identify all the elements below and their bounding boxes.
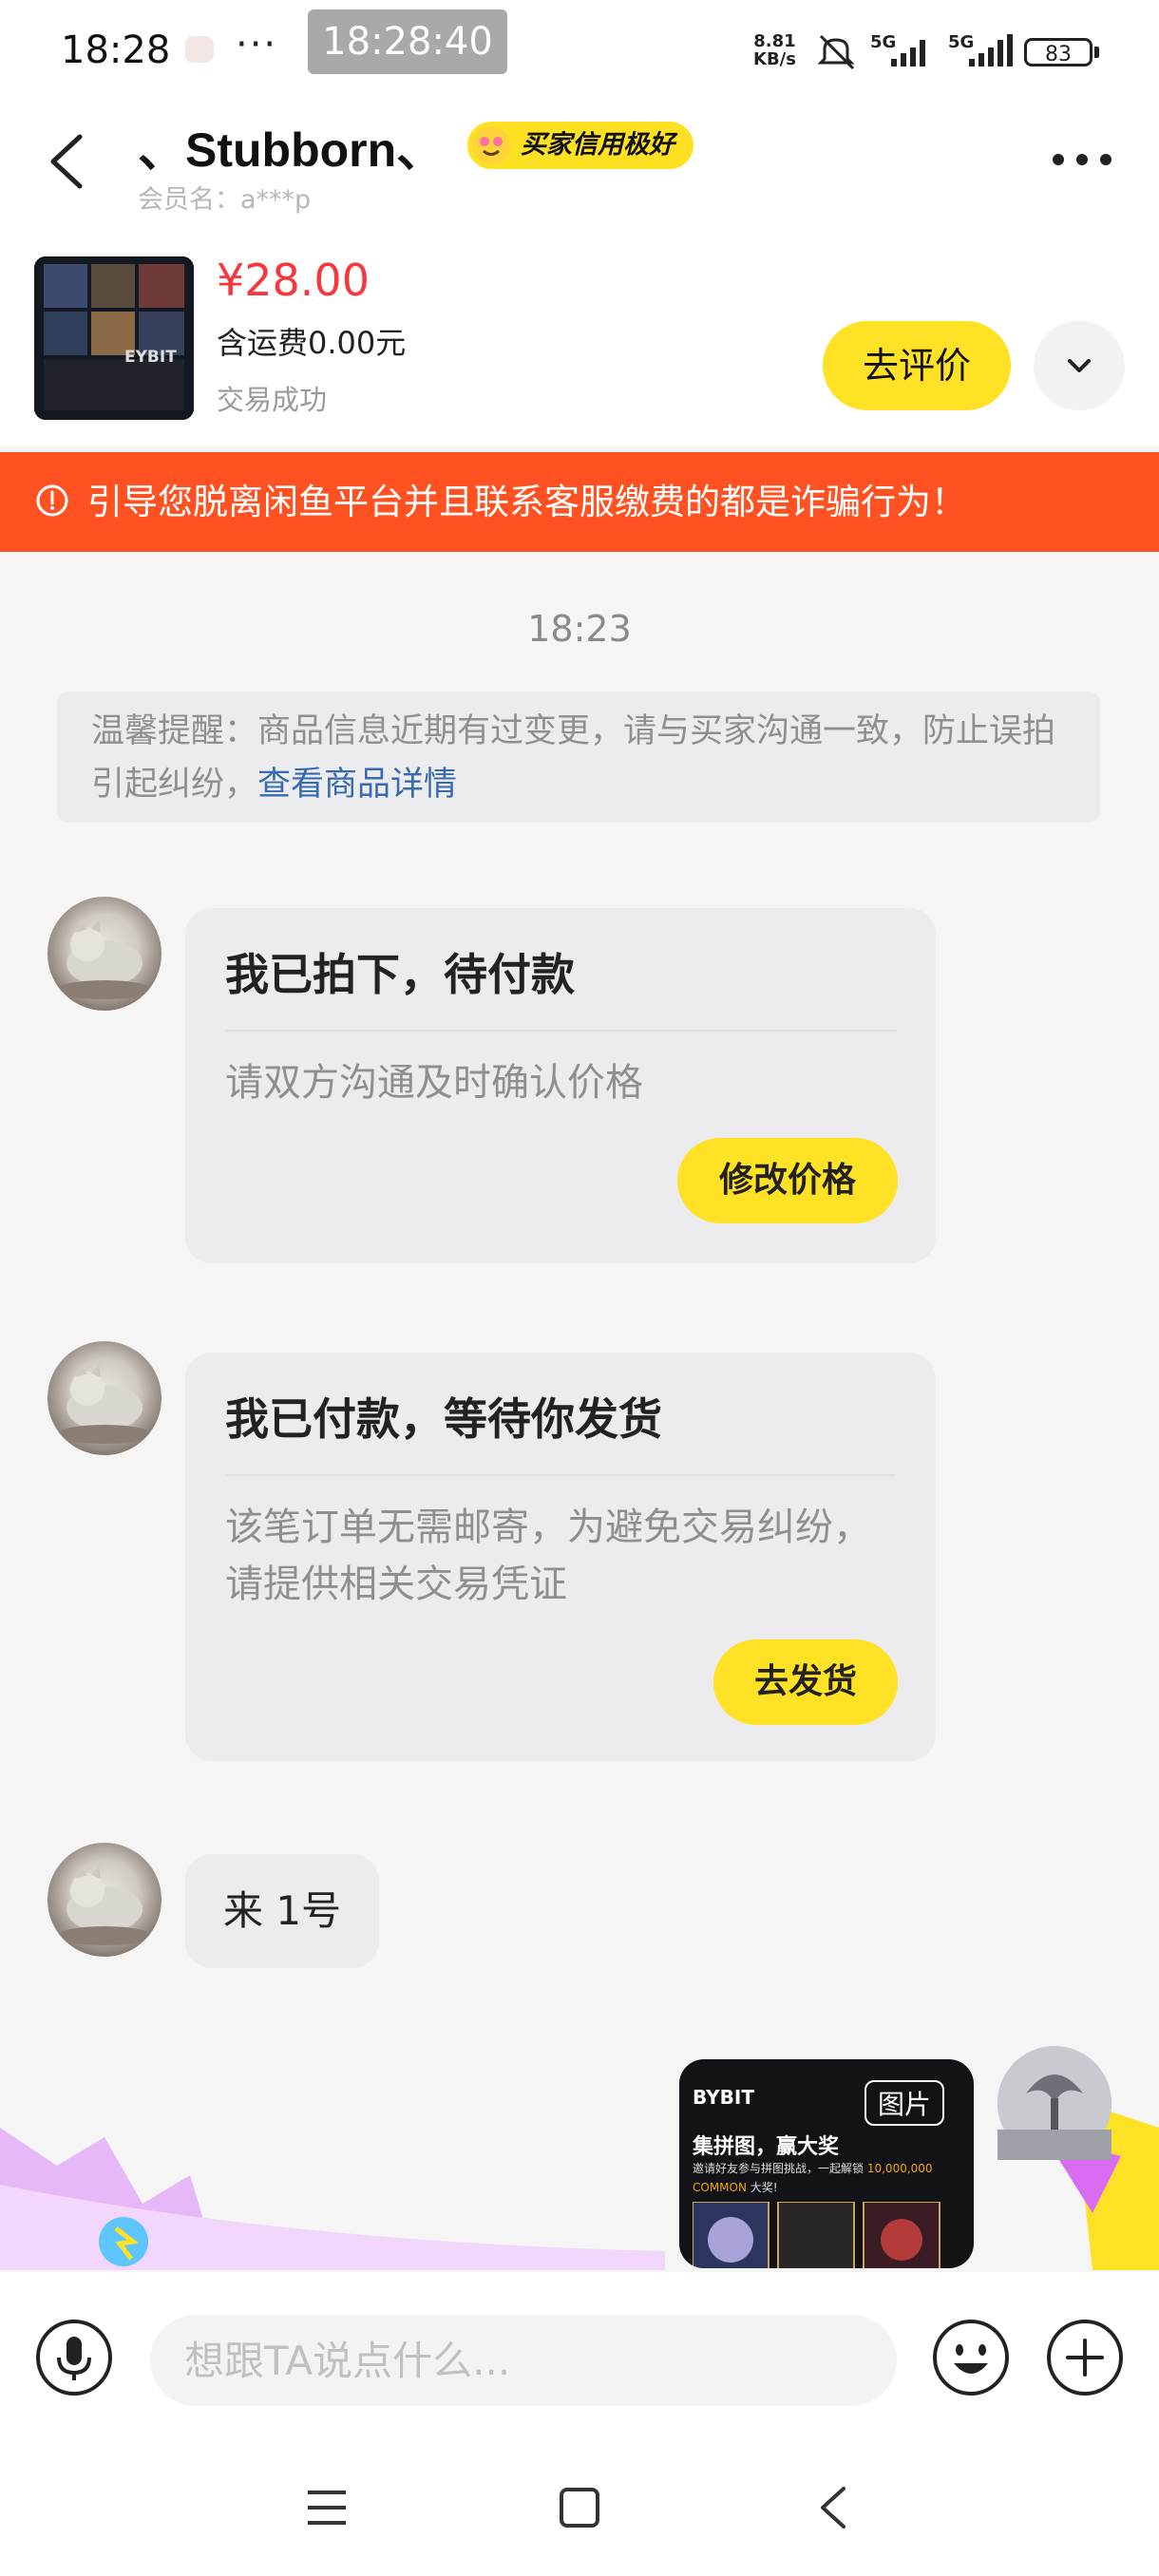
product-thumbnail[interactable]: EYBIT [34,256,194,420]
more-options-icon[interactable] [1051,152,1113,167]
menu-icon[interactable] [306,2489,348,2527]
shipping-fee: 含运费0.00元 [217,325,407,361]
signal-icon-2 [969,34,1013,66]
warning-icon [36,484,68,517]
review-button[interactable]: 去评价 [823,321,1011,410]
chevron-down-icon [1068,359,1091,372]
network-speed-value: 8.81 [753,31,796,51]
nav-back-icon[interactable] [817,2485,847,2530]
landscape-avatar-image [998,2046,1112,2160]
plus-icon[interactable] [1045,2318,1125,2397]
credit-smile-icon [472,126,510,164]
microphone-icon[interactable] [34,2318,114,2397]
message-bubble[interactable]: 来 1号 [185,1854,380,1968]
my-avatar[interactable] [998,2046,1112,2160]
card-divider [225,1474,896,1476]
cat-avatar-image [57,1866,152,1945]
shared-image-card[interactable]: BYBIT 图片 集拼图，赢大奖 邀请好友参与拼图挑战，一起解锁 10,000,… [679,2059,974,2268]
ship-button[interactable]: 去发货 [713,1639,898,1725]
signal-icon-1 [891,40,925,66]
mute-bell-icon [817,34,855,70]
card-title: 我已拍下，待付款 [225,949,575,1000]
status-time: 18:28 [61,28,171,72]
order-price: ¥28.00 [217,255,370,306]
card-divider [225,1030,896,1032]
app-notification-icon [185,36,214,63]
promo-amount: 10,000,000 [866,2162,933,2175]
promo-subtitle: 邀请好友参与拼图挑战，一起解锁 [693,2162,864,2175]
product-thumb-brand: EYBIT [124,348,177,367]
promo-subtitle-line: 邀请好友参与拼图挑战，一起解锁 10,000,000 [693,2160,933,2176]
battery-tip [1094,47,1099,58]
tip-notice: 温馨提醒：商品信息近期有过变更，请与买家沟通一致，防止误拍引起纠纷，查看商品详情 [57,691,1100,823]
seller-name[interactable]: 、Stubborn、 [138,112,444,180]
network-speed: 8.81 KB/s [753,32,796,68]
buyer-avatar[interactable] [48,897,162,1011]
image-tag: 图片 [864,2080,945,2126]
battery-indicator: 83 [1024,38,1092,66]
chat-timestamp: 18:23 [527,608,632,650]
card-body: 该笔订单无需邮寄，为避免交易纠纷，请提供相关交易凭证 [225,1506,871,1606]
emoji-icon[interactable] [931,2318,1011,2397]
cat-avatar-image [57,1364,152,1444]
modify-price-button[interactable]: 修改价格 [677,1138,898,1223]
order-card-pending-payment: 我已拍下，待付款 请双方沟通及时确认价格 修改价格 [185,908,936,1263]
warning-text: 引导您脱离闲鱼平台并且联系客服缴费的都是诈骗行为！ [87,482,966,522]
order-card-paid: 我已付款，等待你发货 该笔订单无需邮寄，为避免交易纠纷，请提供相关交易凭证 去发… [185,1353,936,1761]
view-product-details-link[interactable]: 查看商品详情 [257,766,457,804]
card-title: 我已付款，等待你发货 [225,1393,662,1445]
buyer-avatar[interactable] [48,1843,162,1957]
member-name: 会员名：a***p [138,185,312,215]
tip-text: 温馨提醒：商品信息近期有过变更，请与买家沟通一致，防止误拍引起纠纷， [91,712,1056,804]
cat-avatar-image [57,919,152,999]
card-body: 请双方沟通及时确认价格 [225,1061,643,1105]
product-image [34,256,194,420]
promo-brand: BYBIT [693,2086,754,2109]
home-icon[interactable] [559,2487,600,2529]
promo-title: 集拼图，赢大奖 [693,2135,840,2159]
status-more-dots: ··· [236,23,278,66]
network-speed-unit: KB/s [753,49,796,69]
time-overlay: 18:28:40 [308,9,507,74]
promo-prize: 大奖! [750,2181,778,2194]
back-arrow-icon[interactable] [46,131,87,192]
puzzle-preview [693,2202,940,2268]
promo-prize-line: COMMON 大奖! [693,2179,778,2195]
promo-common: COMMON [693,2181,747,2194]
buyer-avatar[interactable] [48,1341,162,1455]
decorative-banner-art [0,2099,1159,2270]
message-input[interactable] [150,2315,897,2406]
order-status: 交易成功 [217,384,328,416]
expand-button[interactable] [1034,321,1125,410]
